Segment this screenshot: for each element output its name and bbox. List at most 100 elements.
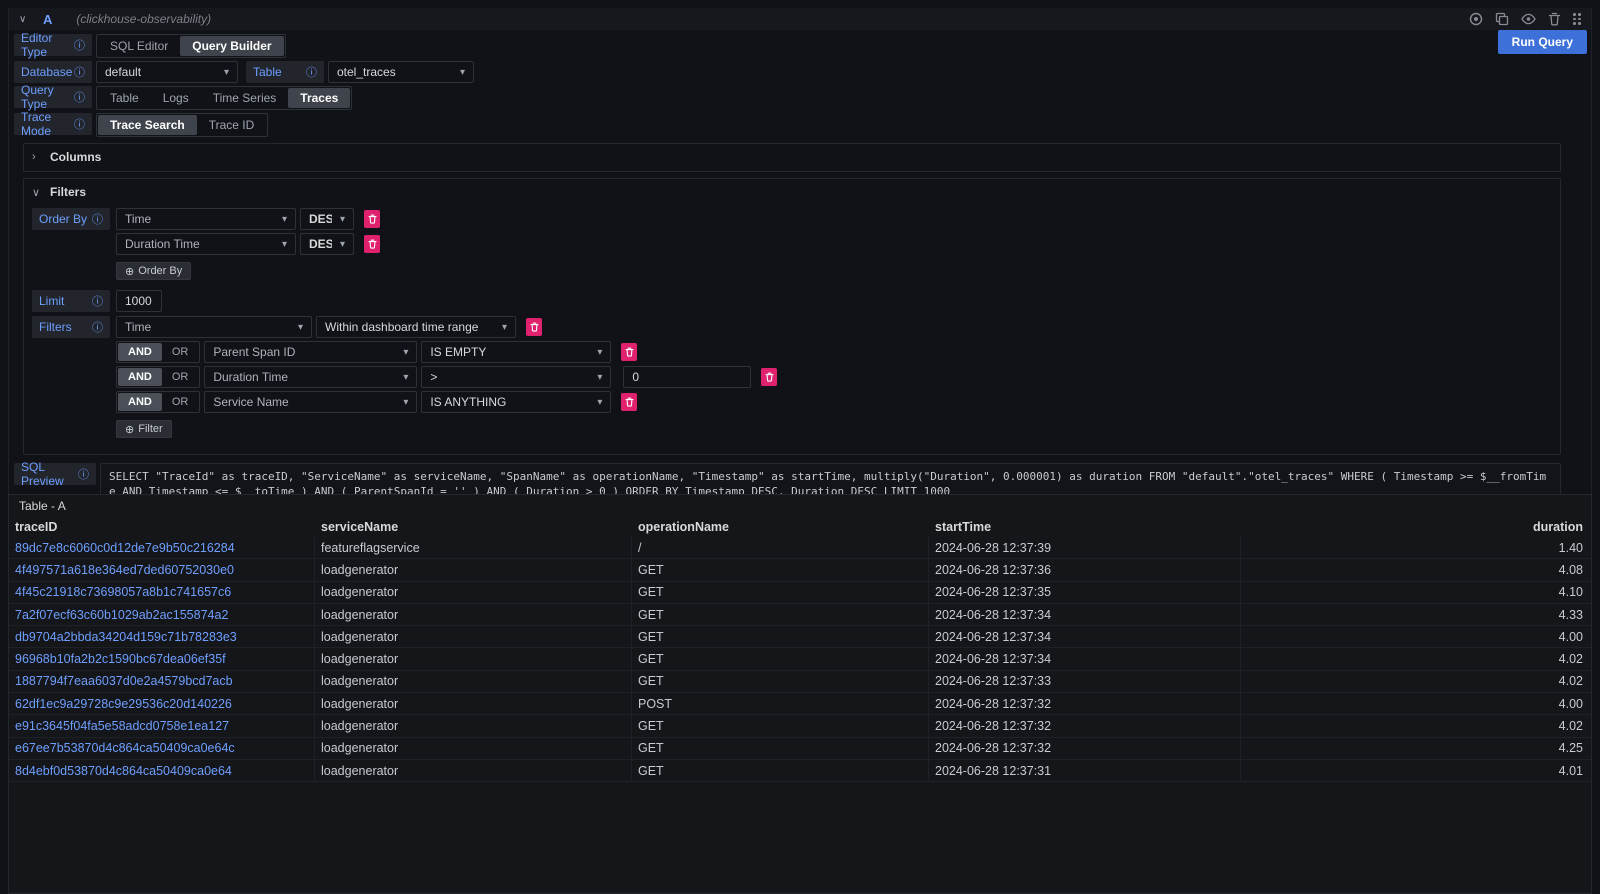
column-header-traceid[interactable]: traceID (9, 520, 315, 534)
remove-filter-button[interactable] (761, 368, 777, 386)
service-name-cell: loadgenerator (315, 760, 632, 781)
record-circle-icon[interactable] (1469, 12, 1483, 26)
sql-preview-label: SQL Preview ⓘ (14, 463, 96, 485)
chevron-down-icon: ▾ (282, 214, 287, 225)
trace-id-link[interactable]: e67ee7b53870d4c864ca50409ca0e64c (9, 738, 315, 759)
trace-id-link[interactable]: e91c3645f04fa5e58adcd0758e1ea127 (9, 715, 315, 736)
run-query-button[interactable]: Run Query (1498, 30, 1587, 54)
query-type-option[interactable]: Traces (288, 88, 350, 108)
trace-id-link[interactable]: 1887794f7eaa6037d0e2a4579bcd7acb (9, 671, 315, 692)
chevron-down-icon: ▾ (340, 214, 345, 225)
table-row: 96968b10fa2b2c1590bc67dea06ef35f loadgen… (9, 648, 1591, 670)
table-select[interactable]: otel_traces ▾ (328, 61, 474, 83)
or-option[interactable]: OR (162, 343, 199, 361)
query-type-option[interactable]: Logs (151, 88, 201, 108)
trace-id-link[interactable]: 96968b10fa2b2c1590bc67dea06ef35f (9, 648, 315, 669)
trace-id-link[interactable]: 4f497571a618e364ed7ded60752030e0 (9, 559, 315, 580)
database-select[interactable]: default ▾ (96, 61, 238, 83)
limit-input[interactable]: 1000 (116, 290, 162, 312)
query-type-label: Query Type ⓘ (14, 86, 92, 108)
trace-mode-option[interactable]: Trace ID (197, 115, 267, 135)
column-header-operationname[interactable]: operationName (632, 520, 929, 534)
order-by-field-select[interactable]: Time ▾ (116, 208, 296, 230)
query-type-option[interactable]: Table (98, 88, 151, 108)
info-icon: ⓘ (74, 89, 85, 105)
order-by-field-select[interactable]: Duration Time ▾ (116, 233, 296, 255)
order-by-direction-select[interactable]: DESC ▾ (300, 208, 354, 230)
service-name-cell: loadgenerator (315, 715, 632, 736)
filter-field-select[interactable]: Service Name ▾ (204, 391, 417, 413)
start-time-cell: 2024-06-28 12:37:34 (929, 626, 1241, 647)
trace-mode-label: Trace Mode ⓘ (14, 113, 92, 135)
remove-filter-button[interactable] (621, 393, 637, 411)
trace-mode-option[interactable]: Trace Search (98, 115, 197, 135)
info-icon: ⓘ (78, 466, 89, 482)
editor-type-option[interactable]: Query Builder (180, 36, 283, 56)
filter-field-select[interactable]: Parent Span ID ▾ (204, 341, 417, 363)
operation-name-cell: GET (632, 559, 929, 580)
filter-operator-select[interactable]: IS EMPTY ▾ (421, 341, 611, 363)
or-option[interactable]: OR (162, 368, 199, 386)
query-type-option[interactable]: Time Series (201, 88, 289, 108)
chevron-down-icon: ▾ (403, 372, 408, 383)
or-option[interactable]: OR (162, 393, 199, 411)
duplicate-icon[interactable] (1495, 12, 1509, 26)
trace-id-link[interactable]: 4f45c21918c73698057a8b1c741657c6 (9, 582, 315, 603)
operation-name-cell: GET (632, 738, 929, 759)
info-icon: ⓘ (92, 293, 103, 309)
chevron-down-icon: ▾ (460, 67, 465, 78)
table-row: e67ee7b53870d4c864ca50409ca0e64c loadgen… (9, 738, 1591, 760)
order-by-row: Time ▾ DESC ▾ (116, 208, 380, 230)
filter-operator-select[interactable]: IS ANYTHING ▾ (421, 391, 611, 413)
collapse-query-icon[interactable]: ∨ (19, 14, 33, 25)
duration-cell: 4.10 (1241, 585, 1591, 599)
order-by-label: Order By ⓘ (32, 208, 110, 230)
filter-field-select[interactable]: Time ▾ (116, 316, 312, 338)
add-filter-button[interactable]: ⊕ Filter (116, 420, 172, 438)
and-option[interactable]: AND (118, 368, 162, 386)
filter-value-input[interactable]: 0 (623, 366, 751, 388)
start-time-cell: 2024-06-28 12:37:33 (929, 671, 1241, 692)
datasource-name: (clickhouse-observability) (76, 12, 211, 26)
filter-operator-select[interactable]: Within dashboard time range ▾ (316, 316, 516, 338)
eye-icon[interactable] (1521, 12, 1536, 26)
and-option[interactable]: AND (118, 343, 162, 361)
trash-icon[interactable] (1548, 12, 1561, 26)
add-order-by-button[interactable]: ⊕ Order By (116, 262, 191, 280)
column-header-starttime[interactable]: startTime (929, 520, 1241, 534)
info-icon: ⓘ (92, 211, 103, 227)
column-header-servicename[interactable]: serviceName (315, 520, 632, 534)
remove-order-by-button[interactable] (364, 210, 380, 228)
order-by-direction-select[interactable]: DESC ▾ (300, 233, 354, 255)
query-header-actions (1469, 12, 1581, 26)
service-name-cell: loadgenerator (315, 693, 632, 714)
filters-section-header[interactable]: ∨ Filters (32, 182, 1552, 202)
limit-label: Limit ⓘ (32, 290, 110, 312)
table-row: e91c3645f04fa5e58adcd0758e1ea127 loadgen… (9, 715, 1591, 737)
trace-id-link[interactable]: 8d4ebf0d53870d4c864ca50409ca0e64 (9, 760, 315, 781)
trace-id-link[interactable]: db9704a2bbda34204d159c71b78283e3 (9, 626, 315, 647)
filter-operator-select[interactable]: > ▾ (421, 366, 611, 388)
column-header-duration[interactable]: duration (1241, 520, 1591, 534)
remove-filter-button[interactable] (621, 343, 637, 361)
plus-circle-icon: ⊕ (125, 423, 134, 436)
and-option[interactable]: AND (118, 393, 162, 411)
trace-id-link[interactable]: 89dc7e8c6060c0d12de7e9b50c216284 (9, 537, 315, 558)
start-time-cell: 2024-06-28 12:37:34 (929, 604, 1241, 625)
remove-order-by-button[interactable] (364, 235, 380, 253)
query-editor: ∨ A (clickhouse-observability) Run Query (8, 8, 1592, 539)
columns-section-header[interactable]: › Columns (32, 147, 1552, 167)
chevron-down-icon: ▾ (340, 239, 345, 250)
drag-handle-icon[interactable] (1573, 13, 1581, 25)
editor-type-option[interactable]: SQL Editor (98, 36, 180, 56)
table-row: 1887794f7eaa6037d0e2a4579bcd7acb loadgen… (9, 671, 1591, 693)
remove-filter-button[interactable] (526, 318, 542, 336)
filter-field-select[interactable]: Duration Time ▾ (204, 366, 417, 388)
conjunction-toggle: AND OR (116, 391, 200, 413)
chevron-down-icon: ∨ (32, 186, 42, 199)
service-name-cell: loadgenerator (315, 626, 632, 647)
start-time-cell: 2024-06-28 12:37:36 (929, 559, 1241, 580)
chevron-down-icon: ▾ (502, 322, 507, 333)
trace-id-link[interactable]: 7a2f07ecf63c60b1029ab2ac155874a2 (9, 604, 315, 625)
trace-id-link[interactable]: 62df1ec9a29728c9e29536c20d140226 (9, 693, 315, 714)
